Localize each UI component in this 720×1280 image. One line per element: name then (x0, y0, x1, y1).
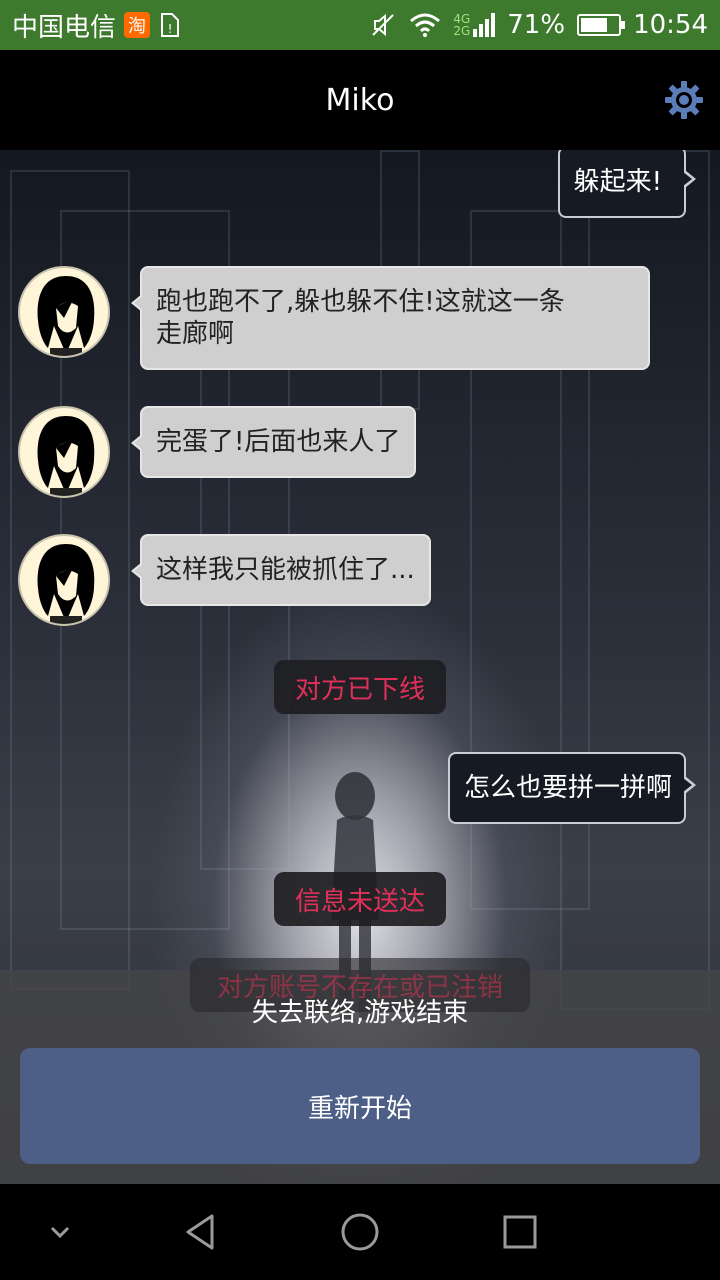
message-text-line: 跑也跑不了,躲也躲不住!这就这一条 (156, 287, 565, 317)
game-over-message: 失去联络,游戏结束 (251, 998, 469, 1028)
message-incoming: 这样我只能被抓住了... (18, 534, 431, 626)
carrier-label: 中国电信 (12, 12, 117, 43)
girl-avatar-icon (37, 544, 95, 624)
sim-warning-icon: ! (161, 13, 180, 37)
taobao-icon: 淘 (124, 12, 151, 38)
signal-indicator: 4G 2G (453, 13, 496, 38)
back-icon[interactable] (182, 1212, 222, 1252)
home-icon[interactable] (340, 1212, 380, 1252)
girl-avatar-icon (37, 276, 95, 356)
message-bubble: 躲起来! (557, 150, 697, 218)
battery-percent: 71% (507, 10, 566, 40)
network-type-label-2: 2G (453, 24, 471, 38)
message-incoming: 完蛋了!后面也来人了 (18, 406, 417, 498)
signal-bars-icon (473, 13, 496, 37)
system-notice: 对方已下线 (274, 660, 446, 714)
message-bubble: 完蛋了!后面也来人了 (130, 406, 417, 478)
avatar[interactable] (18, 406, 110, 498)
clock: 10:54 (633, 10, 708, 40)
recent-apps-icon[interactable] (502, 1214, 538, 1250)
mute-icon (372, 13, 395, 37)
message-bubble: 怎么也要拼一拼啊 (447, 752, 697, 824)
avatar[interactable] (18, 534, 110, 626)
hide-keyboard-icon[interactable] (48, 1222, 72, 1242)
message-outgoing: 躲起来! (557, 150, 697, 218)
message-bubble: 这样我只能被抓住了... (131, 534, 431, 606)
restart-button[interactable]: 重新开始 (20, 1048, 700, 1164)
system-notice: 信息未送达 (274, 872, 446, 926)
battery-icon (577, 14, 626, 36)
message-incoming: 跑也跑不了,躲也躲不住!这就这一条 走廊啊 (18, 266, 650, 370)
wifi-icon (410, 13, 441, 37)
message-text-line: 走廊啊 (156, 319, 235, 349)
svg-text:!: ! (168, 22, 173, 36)
message-bubble: 跑也跑不了,躲也躲不住!这就这一条 走廊啊 (131, 266, 650, 370)
girl-avatar-icon (37, 416, 95, 496)
avatar[interactable] (18, 266, 110, 358)
gear-icon[interactable] (664, 80, 704, 120)
message-outgoing: 怎么也要拼一拼啊 (447, 752, 697, 824)
title-bar: Miko (0, 50, 720, 150)
page-title: Miko (325, 82, 395, 118)
navigation-bar (0, 1184, 720, 1280)
status-bar: 中国电信 淘 ! 4G 2G 71% 10:54 (0, 0, 720, 50)
